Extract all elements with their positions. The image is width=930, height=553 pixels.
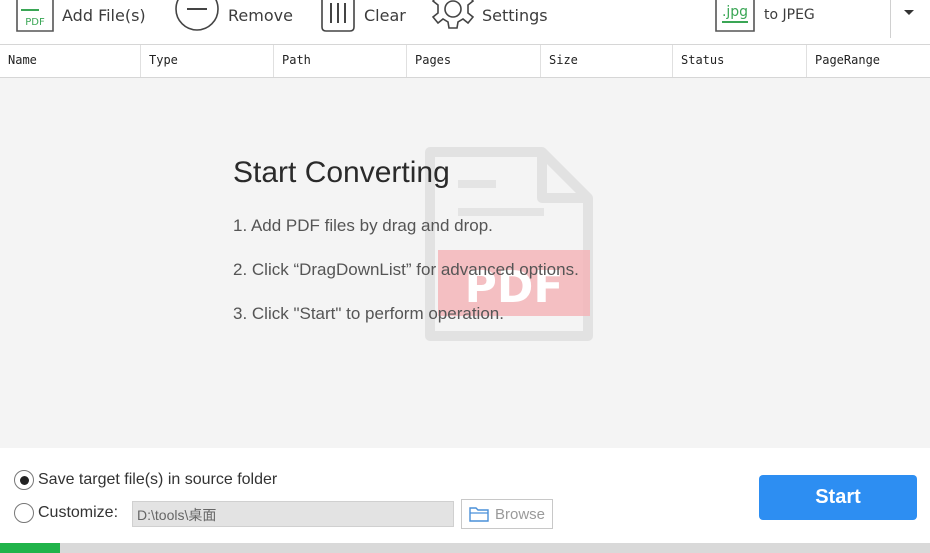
column-header-type[interactable]: Type — [141, 45, 274, 77]
output-options-panel: Save target file(s) in source folder Cus… — [0, 448, 930, 543]
add-files-button[interactable]: PDF Add File(s) — [16, 0, 146, 32]
save-in-source-label: Save target file(s) in source folder — [38, 471, 278, 488]
jpg-file-icon-text: .jpg — [722, 4, 748, 20]
settings-button[interactable]: Settings — [432, 0, 548, 30]
customize-label: Customize: — [38, 504, 119, 521]
file-drop-area[interactable]: PDF Start Converting 1. Add PDF files by… — [0, 78, 930, 448]
browse-button[interactable]: Browse — [461, 499, 553, 529]
guide-step-1: 1. Add PDF files by drag and drop. — [233, 216, 493, 235]
browse-label: Browse — [494, 505, 546, 523]
output-path-input[interactable]: D:\tools\桌面 — [132, 501, 454, 527]
format-dropdown-toggle[interactable] — [898, 2, 920, 24]
radio-selected-dot — [19, 475, 29, 485]
folder-icon — [469, 507, 489, 522]
save-in-source-radio[interactable] — [14, 470, 34, 490]
caret-down-icon — [904, 10, 914, 15]
pdf-file-icon: PDF — [16, 0, 54, 32]
column-header-status[interactable]: Status — [673, 45, 807, 77]
remove-button[interactable]: Remove — [174, 0, 293, 31]
minus-circle-icon — [175, 0, 219, 31]
guide-step-2: 2. Click “DragDownList” for advanced opt… — [233, 260, 579, 279]
customize-radio[interactable] — [14, 503, 34, 523]
toolbar-divider — [890, 0, 891, 38]
column-header-pages[interactable]: Pages — [407, 45, 541, 77]
pdf-file-icon-text: PDF — [25, 17, 45, 28]
remove-label: Remove — [228, 5, 293, 25]
progress-bar — [0, 543, 930, 553]
guide-step-3: 3. Click "Start" to perform operation. — [233, 304, 504, 323]
trash-icon — [321, 0, 355, 32]
toolbar: PDF Add File(s) Remove Clear Settings .j… — [0, 0, 930, 44]
start-button[interactable]: Start — [759, 475, 917, 520]
clear-label: Clear — [364, 5, 406, 25]
column-header-path[interactable]: Path — [274, 45, 407, 77]
guide-title: Start Converting — [233, 156, 450, 189]
add-files-label: Add File(s) — [62, 5, 146, 25]
column-header-pagerange[interactable]: PageRange — [807, 45, 930, 77]
customize-option[interactable]: Customize: — [14, 503, 118, 523]
output-format-button[interactable]: .jpg to JPEG — [714, 0, 815, 32]
output-format-label: to JPEG — [764, 7, 815, 23]
save-in-source-option[interactable]: Save target file(s) in source folder — [14, 470, 277, 490]
column-header-name[interactable]: Name — [0, 45, 141, 77]
column-header-size[interactable]: Size — [541, 45, 673, 77]
settings-label: Settings — [482, 5, 548, 25]
file-list-header: Name Type Path Pages Size Status PageRan… — [0, 44, 930, 78]
progress-fill — [0, 543, 61, 553]
jpg-file-icon: .jpg — [715, 0, 755, 32]
clear-button[interactable]: Clear — [320, 0, 406, 32]
gear-icon — [432, 0, 474, 29]
